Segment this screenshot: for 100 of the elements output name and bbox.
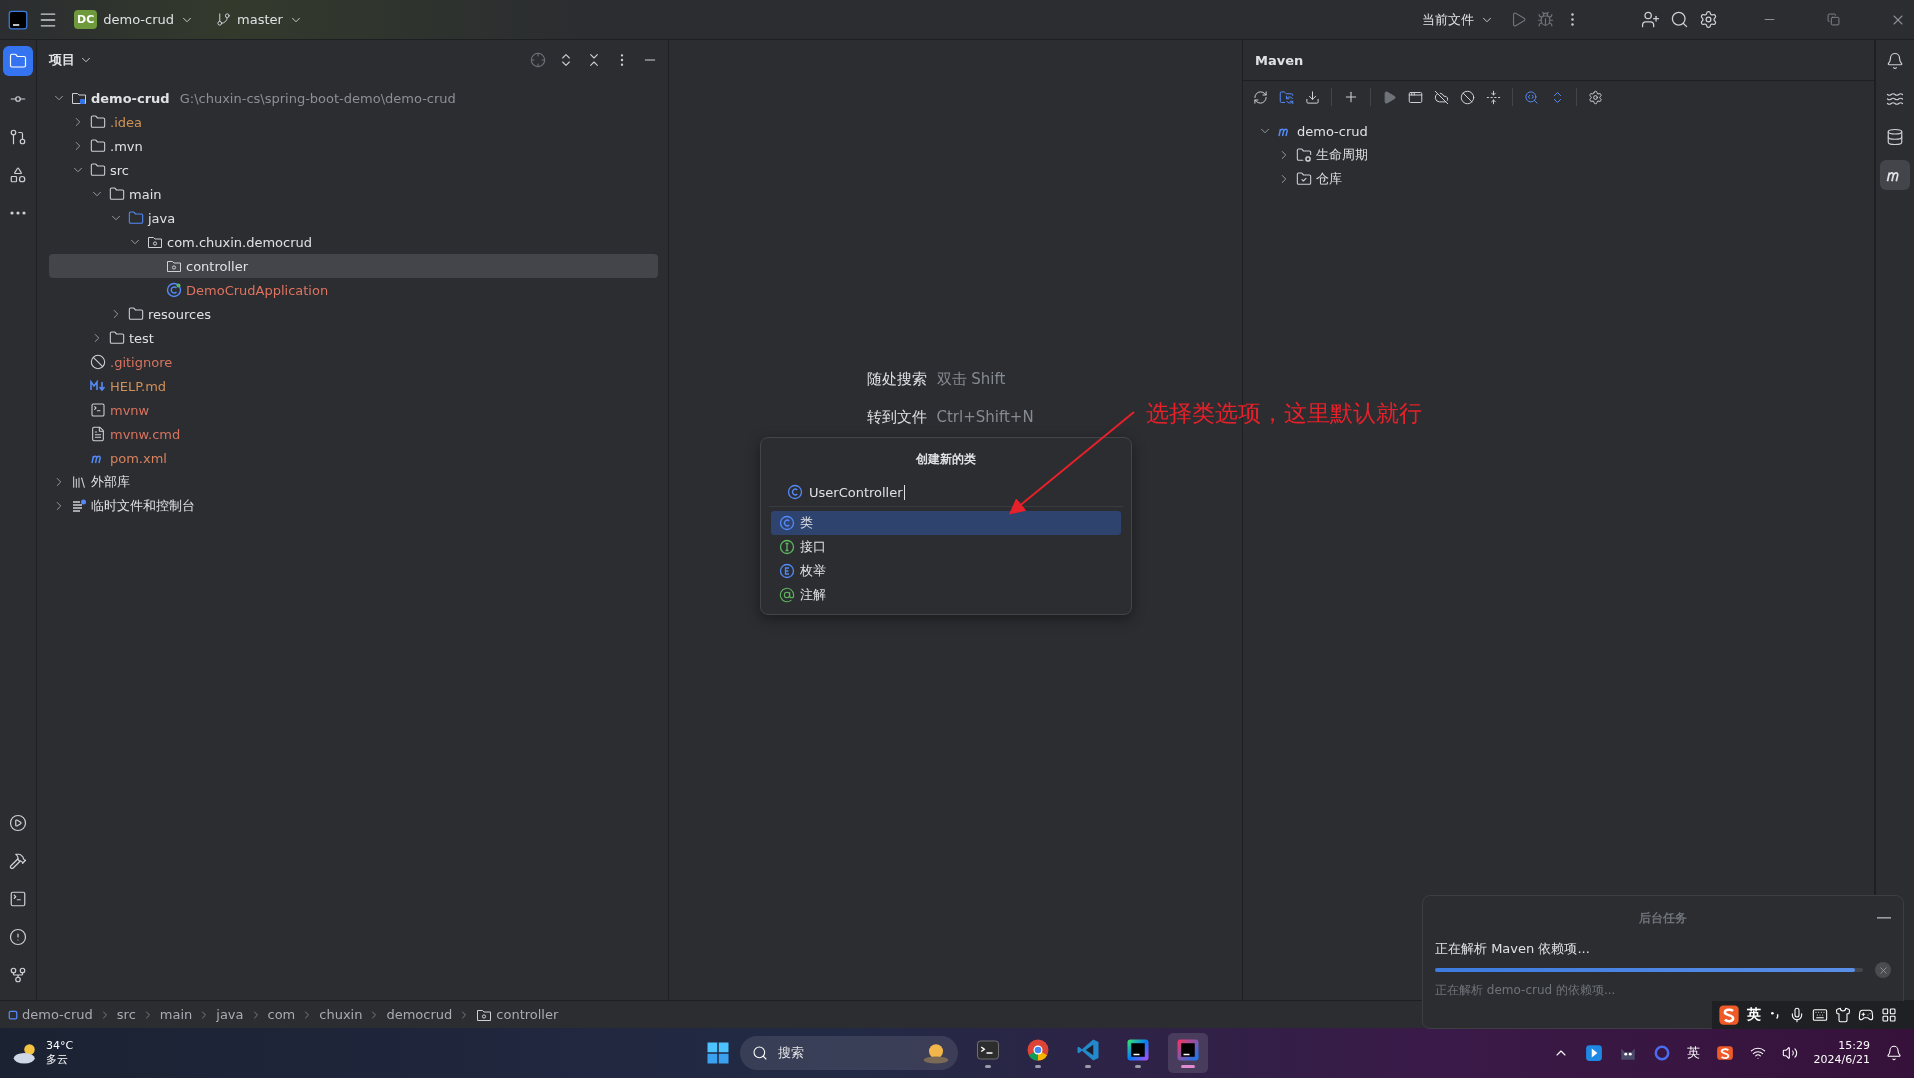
class-name-field[interactable]: UserController — [769, 478, 1123, 507]
analyze-icon[interactable] — [1524, 89, 1539, 105]
tree-item[interactable]: 生命周期 — [1255, 143, 1864, 167]
tree-item[interactable]: src — [49, 158, 658, 182]
tree-item[interactable]: resources — [49, 302, 658, 326]
breadcrumb[interactable]: src — [116, 1007, 136, 1022]
reload-icon[interactable] — [1253, 89, 1268, 105]
class-kind-option[interactable]: 接口 — [771, 535, 1121, 559]
folder-gear-icon — [1296, 147, 1312, 163]
download-icon[interactable] — [1305, 89, 1320, 105]
panel-title: Maven — [1255, 52, 1304, 68]
folder-icon — [9, 52, 27, 70]
run-config-selector[interactable]: 当前文件 — [1416, 6, 1500, 33]
cloud-off-icon[interactable] — [1434, 89, 1449, 105]
breadcrumb[interactable]: java — [216, 1007, 244, 1022]
add-user-icon[interactable] — [1641, 10, 1660, 29]
window-icon[interactable] — [1408, 89, 1423, 105]
run-icon[interactable] — [1510, 11, 1527, 28]
class-kind-option[interactable]: 类 — [771, 511, 1121, 535]
clock-time[interactable]: 15:29 — [1838, 1039, 1870, 1053]
debug-icon[interactable] — [1537, 11, 1554, 28]
locate-icon[interactable] — [530, 52, 546, 68]
tree-item[interactable]: com.chuxin.democrud — [49, 230, 658, 254]
annotation-icon — [779, 587, 795, 603]
go-ide-icon — [1126, 1038, 1150, 1062]
more-icon — [10, 211, 26, 215]
breadcrumb[interactable]: controller — [476, 1006, 559, 1023]
taskbar-search[interactable]: 搜索 — [740, 1036, 958, 1070]
network-icon[interactable] — [1749, 1045, 1766, 1061]
pull-request-icon — [9, 128, 27, 146]
tree-item[interactable]: 外部库 — [49, 470, 658, 494]
clock-date[interactable]: 2024/6/21 — [1813, 1053, 1870, 1067]
restore-icon[interactable] — [1827, 13, 1840, 26]
ime-tray-icon[interactable] — [1715, 1044, 1734, 1062]
project-selector[interactable]: DC demo-crud — [68, 6, 200, 33]
tree-item[interactable]: mvnw.cmd — [49, 422, 658, 446]
tree-item[interactable]: main — [49, 182, 658, 206]
tree-item[interactable]: controller — [49, 254, 658, 278]
volume-icon[interactable] — [1781, 1045, 1798, 1061]
tree-item[interactable]: mvnw — [49, 398, 658, 422]
structure-icon — [9, 166, 27, 184]
tree-item[interactable]: test — [49, 326, 658, 350]
tree-item[interactable]: .idea — [49, 110, 658, 134]
settings-icon[interactable] — [1699, 10, 1718, 29]
text-file-icon — [90, 426, 106, 442]
keyboard-icon[interactable] — [1812, 1007, 1828, 1023]
gamepad-icon[interactable] — [1858, 1007, 1874, 1023]
tree-item[interactable]: .mvn — [49, 134, 658, 158]
grid-icon[interactable] — [1881, 1007, 1897, 1023]
breadcrumb[interactable]: main — [159, 1007, 193, 1022]
ime-language[interactable]: 英 — [1747, 1006, 1761, 1024]
run-icon[interactable] — [1382, 89, 1397, 105]
weather-text: 多云 — [46, 1053, 69, 1067]
shirt-icon[interactable] — [1835, 1007, 1851, 1023]
browser-icon — [1026, 1038, 1050, 1062]
breadcrumb[interactable]: demo-crud — [8, 1007, 93, 1022]
hint-shortcut: Ctrl+Shift+N — [936, 408, 1035, 427]
breadcrumb[interactable]: chuxin — [319, 1007, 363, 1022]
folder-icon — [109, 186, 125, 202]
tray-ring-icon[interactable] — [1652, 1044, 1671, 1062]
scratch-icon — [71, 498, 87, 514]
microphone-icon[interactable] — [1789, 1007, 1805, 1023]
tree-item[interactable]: demo-crud — [1255, 119, 1864, 143]
collapse-icon[interactable] — [1486, 89, 1501, 105]
search-icon — [752, 1045, 768, 1061]
project-view-selector[interactable]: 项目 — [49, 51, 93, 69]
tray-app-icon[interactable] — [1584, 1044, 1603, 1062]
tree-item[interactable]: demo-crud G:\chuxin-cs\spring-boot-demo\demo-crud — [49, 86, 658, 110]
search-icon[interactable] — [1670, 10, 1689, 29]
popup-title: 后台任务 — [1639, 909, 1687, 927]
tree-item[interactable]: 仓库 — [1255, 167, 1864, 191]
settings-icon[interactable] — [1588, 89, 1603, 105]
tree-item[interactable]: HELP.md — [49, 374, 658, 398]
tree-item[interactable]: DemoCrudApplication — [49, 278, 658, 302]
breadcrumb[interactable]: com — [267, 1007, 296, 1022]
cancel-button[interactable] — [1875, 962, 1891, 978]
project-name: demo-crud — [103, 12, 174, 27]
tree-item[interactable]: 临时文件和控制台 — [49, 494, 658, 518]
branch-name: master — [237, 12, 283, 27]
taskbar-app[interactable] — [1168, 1033, 1208, 1073]
class-kind-option[interactable]: 注解 — [771, 583, 1121, 607]
tree-item[interactable]: pom.xml — [49, 446, 658, 470]
folder-icon — [128, 306, 144, 322]
ban-icon[interactable] — [1460, 89, 1475, 105]
input-language[interactable]: 英 — [1686, 1044, 1700, 1062]
folder-sync-icon[interactable] — [1279, 89, 1294, 105]
class-kind-option[interactable]: 枚举 — [771, 559, 1121, 583]
maven-tool-button[interactable] — [1880, 160, 1910, 190]
start-icon[interactable] — [706, 1041, 730, 1065]
plus-icon[interactable] — [1343, 89, 1359, 105]
package-folder-icon — [166, 258, 182, 274]
branch-selector[interactable]: master — [210, 8, 309, 31]
task-title: 正在解析 Maven 依赖项... — [1435, 940, 1591, 958]
notifications-icon[interactable] — [1886, 1045, 1902, 1061]
project-badge: DC — [74, 10, 98, 29]
folder-tool-button[interactable] — [3, 46, 33, 76]
breadcrumb[interactable]: democrud — [386, 1007, 453, 1022]
ime-logo-icon — [1718, 1004, 1740, 1026]
tree-item[interactable]: .gitignore — [49, 350, 658, 374]
tree-item[interactable]: java — [49, 206, 658, 230]
